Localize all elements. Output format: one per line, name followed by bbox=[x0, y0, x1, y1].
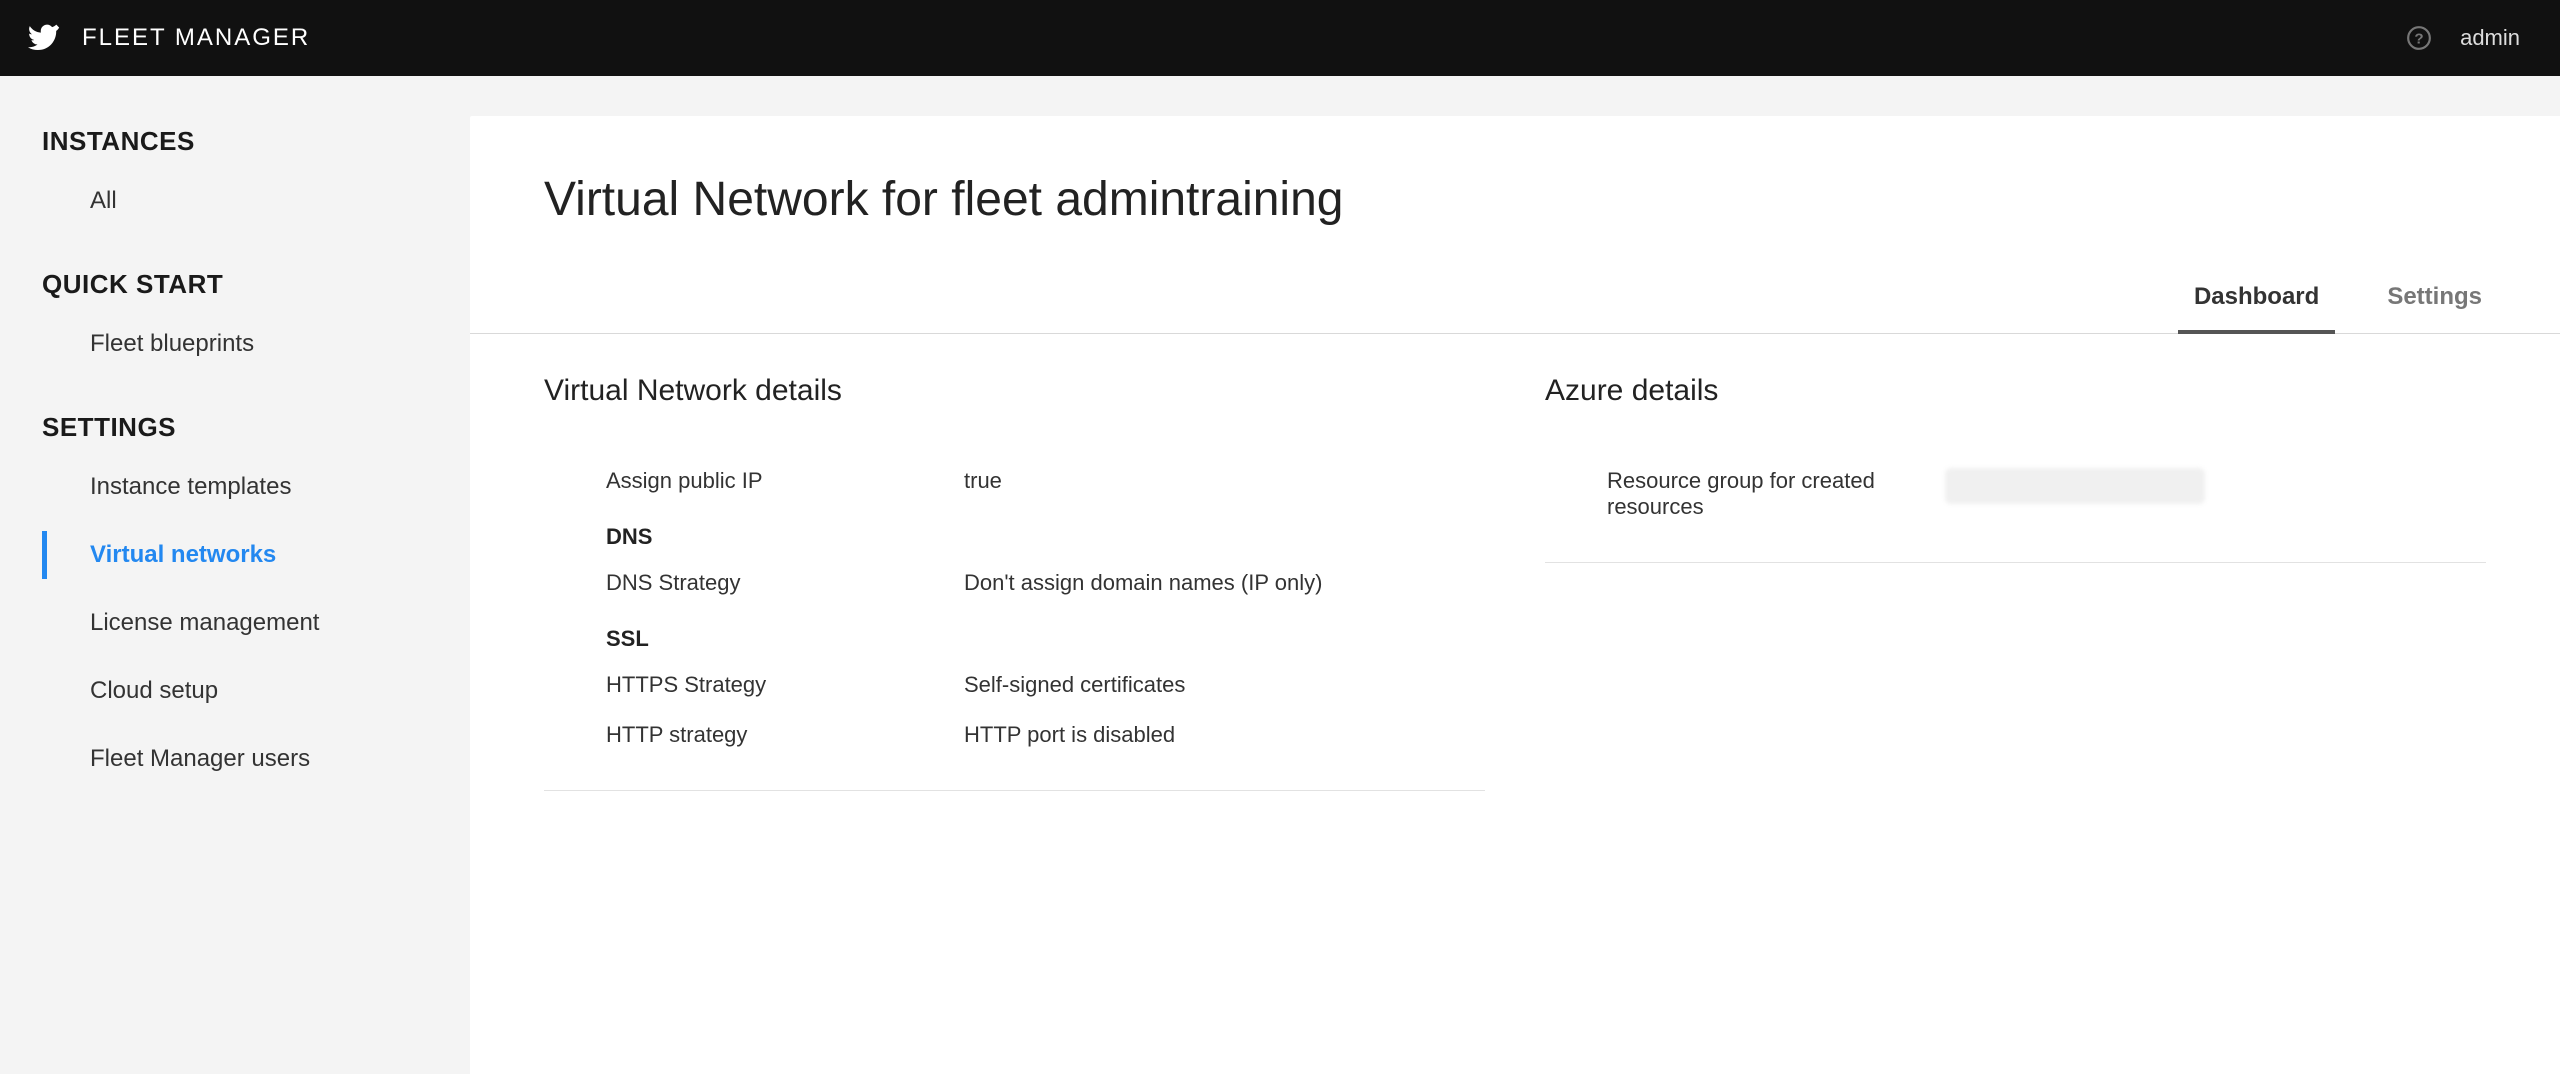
sidebar-item-fleet-blueprints[interactable]: Fleet blueprints bbox=[0, 310, 470, 378]
value-assign-public-ip: true bbox=[964, 468, 1485, 494]
value-resource-group bbox=[1945, 468, 2486, 520]
sidebar-section-title: INSTANCES bbox=[0, 126, 470, 157]
sidebar-item-license-management[interactable]: License management bbox=[0, 589, 470, 657]
sidebar-item-cloud-setup[interactable]: Cloud setup bbox=[0, 657, 470, 725]
help-icon[interactable]: ? bbox=[2406, 25, 2432, 51]
subhead-ssl: SSL bbox=[544, 626, 1485, 652]
row-http-strategy: HTTP strategy HTTP port is disabled bbox=[544, 710, 1485, 760]
sidebar-item-virtual-networks[interactable]: Virtual networks bbox=[0, 521, 470, 589]
label-assign-public-ip: Assign public IP bbox=[544, 468, 964, 494]
sidebar: INSTANCES All QUICK START Fleet blueprints S… bbox=[0, 76, 470, 1074]
value-http-strategy: HTTP port is disabled bbox=[964, 722, 1485, 748]
brand-name: FLEET MANAGER bbox=[82, 24, 310, 52]
user-menu[interactable]: admin bbox=[2460, 25, 2520, 51]
value-dns-strategy: Don't assign domain names (IP only) bbox=[964, 570, 1485, 596]
page-title: Virtual Network for fleet admintraining bbox=[544, 172, 2486, 227]
label-https-strategy: HTTPS Strategy bbox=[544, 672, 964, 698]
tabs: Dashboard Settings bbox=[470, 283, 2560, 334]
svg-text:?: ? bbox=[2414, 30, 2423, 47]
bird-logo-icon bbox=[28, 19, 62, 58]
redacted-value bbox=[1945, 468, 2205, 504]
panel-title-vnet: Virtual Network details bbox=[544, 374, 1485, 408]
sidebar-section-title: SETTINGS bbox=[0, 412, 470, 443]
row-dns-strategy: DNS Strategy Don't assign domain names (… bbox=[544, 558, 1485, 608]
label-dns-strategy: DNS Strategy bbox=[544, 570, 964, 596]
subhead-dns: DNS bbox=[544, 524, 1485, 550]
top-bar: FLEET MANAGER ? admin bbox=[0, 0, 2560, 76]
vnet-details-panel: Virtual Network details Assign public IP… bbox=[544, 374, 1485, 791]
azure-details-panel: Azure details Resource group for created… bbox=[1545, 374, 2486, 791]
sidebar-item-instance-templates[interactable]: Instance templates bbox=[0, 453, 470, 521]
sidebar-section-title: QUICK START bbox=[0, 269, 470, 300]
brand: FLEET MANAGER bbox=[28, 19, 310, 58]
divider bbox=[1545, 562, 2486, 563]
row-resource-group: Resource group for created resources bbox=[1545, 456, 2486, 532]
panel-title-azure: Azure details bbox=[1545, 374, 2486, 408]
value-https-strategy: Self-signed certificates bbox=[964, 672, 1485, 698]
row-https-strategy: HTTPS Strategy Self-signed certificates bbox=[544, 660, 1485, 710]
row-assign-public-ip: Assign public IP true bbox=[544, 456, 1485, 506]
main-content: Virtual Network for fleet admintraining … bbox=[470, 116, 2560, 1074]
sidebar-item-all[interactable]: All bbox=[0, 167, 470, 235]
sidebar-item-fleet-manager-users[interactable]: Fleet Manager users bbox=[0, 725, 470, 793]
tab-settings[interactable]: Settings bbox=[2383, 283, 2486, 333]
divider bbox=[544, 790, 1485, 791]
label-resource-group: Resource group for created resources bbox=[1545, 468, 1945, 520]
label-http-strategy: HTTP strategy bbox=[544, 722, 964, 748]
tab-dashboard[interactable]: Dashboard bbox=[2190, 283, 2323, 333]
